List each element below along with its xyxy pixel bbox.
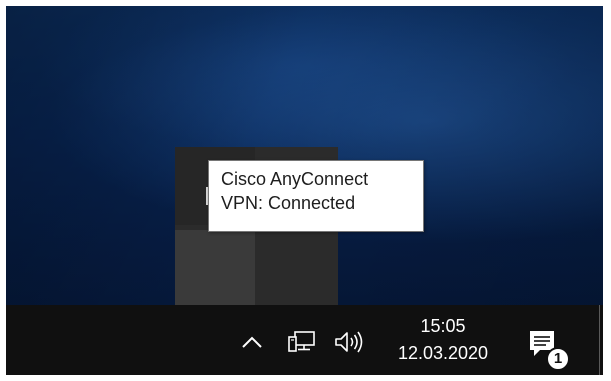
clock-time: 15:05 [420, 316, 466, 336]
volume-icon[interactable] [333, 329, 367, 355]
tooltip-line-1: Cisco AnyConnect [221, 169, 369, 189]
tooltip-line-2: VPN: Connected [221, 193, 356, 213]
action-center-button[interactable]: 1 [524, 323, 570, 371]
clock-date: 12.03.2020 [397, 343, 489, 363]
tray-slot-empty [256, 230, 336, 308]
network-icon[interactable] [287, 329, 317, 355]
show-desktop-button[interactable] [599, 305, 600, 375]
desktop: Cisco AnyConnect VPN: Connected 15:05 12… [6, 6, 603, 375]
notification-count-badge: 1 [546, 347, 570, 371]
taskbar: 15:05 12.03.2020 1 [6, 305, 603, 375]
taskbar-clock[interactable]: 15:05 12.03.2020 [388, 313, 498, 367]
chevron-up-icon[interactable] [240, 331, 264, 353]
vpn-tooltip: Cisco AnyConnect VPN: Connected [208, 160, 424, 232]
tray-item-cisco-anyconnect[interactable] [175, 230, 255, 363]
